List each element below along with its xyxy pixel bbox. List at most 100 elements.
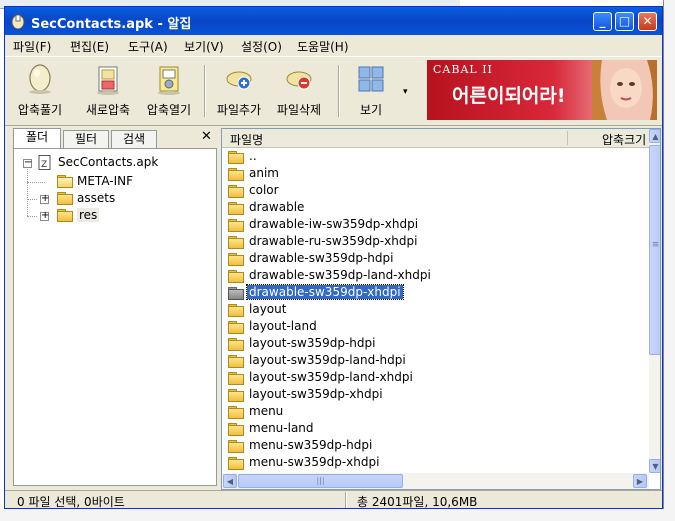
column-header-name[interactable]: 파일명 (230, 131, 263, 148)
file-name: .. (249, 149, 257, 163)
file-row[interactable]: drawable (226, 199, 646, 216)
file-row[interactable]: anim (226, 165, 646, 182)
extract-label: 압축풀기 (17, 103, 63, 117)
collapse-icon[interactable]: − (23, 157, 32, 168)
tree-node-root[interactable]: − Z SecContacts.apk (14, 155, 214, 171)
folder-icon (228, 185, 244, 198)
ad-brand: CABAL II (433, 63, 493, 76)
maximize-button[interactable]: □ (615, 12, 634, 31)
file-row[interactable]: menu-sw359dp-hdpi (226, 437, 646, 454)
file-row[interactable]: layout-sw359dp-land-hdpi (226, 352, 646, 369)
maximize-icon: □ (618, 14, 631, 28)
file-name: drawable-iw-sw359dp-xhdpi (249, 217, 419, 231)
file-name: menu-sw359dp-hdpi (249, 438, 373, 452)
file-row[interactable]: drawable-sw359dp-land-xhdpi (226, 267, 646, 284)
folder-icon (228, 253, 244, 266)
add-files-button[interactable]: 파일추가 (210, 61, 268, 121)
folder-icon (228, 202, 244, 215)
file-row[interactable]: layout-sw359dp-hdpi (226, 335, 646, 352)
file-row[interactable]: .. (226, 148, 646, 165)
scroll-left-button[interactable]: ◀ (223, 474, 237, 488)
menu-view[interactable]: 보기(V) (184, 38, 224, 55)
delete-files-button[interactable]: 파일삭제 (270, 61, 328, 121)
file-row[interactable]: color (226, 182, 646, 199)
new-archive-button[interactable]: 새로압축 (79, 61, 137, 121)
open-archive-button[interactable]: 압축열기 (140, 61, 198, 121)
status-divider (345, 492, 347, 508)
scroll-down-button[interactable]: ▼ (649, 459, 660, 473)
folder-icon (228, 338, 244, 351)
column-header-size[interactable]: 압축크기 (602, 131, 646, 148)
view-label: 보기 (359, 103, 383, 117)
file-row[interactable]: drawable-sw359dp-xhdpi (226, 284, 646, 301)
minimize-button[interactable]: _ (593, 12, 612, 31)
tab-search[interactable]: 검색 (111, 130, 157, 148)
menu-file[interactable]: 파일(F) (13, 38, 51, 55)
window-title: SecContacts.apk - 알집 (31, 17, 192, 32)
folder-icon (228, 304, 244, 317)
svg-text:Z: Z (41, 160, 47, 170)
tab-filter[interactable]: 필터 (63, 130, 109, 148)
folder-icon (228, 355, 244, 368)
file-row[interactable]: drawable-iw-sw359dp-xhdpi (226, 216, 646, 233)
view-dropdown-icon[interactable]: ▾ (403, 87, 408, 97)
folder-icon (57, 209, 73, 222)
tree-node-label: META-INF (77, 174, 134, 188)
expand-icon[interactable]: + (40, 193, 49, 204)
menu-help[interactable]: 도움말(H) (297, 38, 349, 55)
menu-settings[interactable]: 설정(O) (241, 38, 282, 55)
arrow-up-icon: ▲ (652, 132, 659, 141)
file-row[interactable]: drawable-ru-sw359dp-xhdpi (226, 233, 646, 250)
tab-folder[interactable]: 폴더 (13, 128, 61, 148)
folder-icon (228, 440, 244, 453)
column-divider[interactable] (567, 131, 568, 145)
title-bar[interactable]: SecContacts.apk - 알집 _ □ ✕ (5, 7, 662, 35)
arrow-right-icon: ▶ (636, 477, 644, 486)
background-window-bottom (0, 509, 675, 521)
panel-close-icon[interactable]: ✕ (201, 129, 212, 144)
tree-node-meta-inf[interactable]: META-INF (14, 174, 214, 190)
archive-file-icon: Z (38, 155, 51, 170)
folder-tree: − Z SecContacts.apk META-INF + assets + … (13, 148, 217, 486)
tree-node-res[interactable]: + res (14, 208, 214, 224)
file-row[interactable]: menu-sw359dp-xhdpi (226, 454, 646, 471)
menu-tools[interactable]: 도구(A) (128, 38, 168, 55)
background-window-right (663, 0, 675, 521)
file-row[interactable]: layout (226, 301, 646, 318)
file-row[interactable]: layout-sw359dp-land-xhdpi (226, 369, 646, 386)
file-row[interactable]: menu-land (226, 420, 646, 437)
scroll-up-button[interactable]: ▲ (649, 129, 660, 143)
file-row[interactable]: drawable-sw359dp-hdpi (226, 250, 646, 267)
file-name: drawable-sw359dp-xhdpi (246, 284, 404, 300)
ad-banner[interactable]: CABAL II 어른이되어라! (427, 60, 657, 120)
scroll-right-button[interactable]: ▶ (633, 474, 647, 488)
file-list: .. anim color drawable drawable-iw-sw359dp-x… (222, 148, 650, 472)
expand-icon[interactable]: + (40, 210, 49, 221)
view-button[interactable]: 보기 (342, 61, 400, 121)
folder-icon (228, 423, 244, 436)
archive-summary: 총 2401파일, 10,6MB (357, 495, 478, 509)
vertical-scrollbar[interactable]: ▲ ≡ ▼ (649, 129, 660, 473)
folder-icon (228, 321, 244, 334)
minimize-icon: _ (599, 14, 606, 28)
file-row[interactable]: layout-land (226, 318, 646, 335)
extract-button[interactable]: 압축풀기 (11, 61, 69, 121)
toolbar-separator (204, 65, 206, 117)
vertical-scroll-thumb[interactable]: ≡ (649, 145, 660, 355)
folder-icon (228, 389, 244, 402)
grip-icon: ||| (316, 476, 325, 485)
selection-status: 0 파일 선택, 0바이트 (17, 495, 125, 509)
file-name: drawable-sw359dp-hdpi (249, 251, 394, 265)
file-row[interactable]: menu (226, 403, 646, 420)
close-button[interactable]: ✕ (638, 12, 657, 31)
menu-edit[interactable]: 편집(E) (70, 38, 109, 55)
file-name: menu-sw359dp-xhdpi (249, 455, 380, 469)
horizontal-scroll-thumb[interactable]: ||| (238, 474, 403, 488)
tree-node-assets[interactable]: + assets (14, 191, 214, 207)
file-name: menu (249, 404, 284, 418)
add-files-label: 파일추가 (216, 103, 262, 117)
horizontal-scrollbar[interactable]: ◀ ||| ▶ (222, 473, 649, 489)
folder-icon (57, 175, 73, 188)
toolbar: 압축풀기 새로압축 압축열기 파일추가 파일삭제 보기 ▾ CABAL II 어… (5, 56, 662, 126)
file-row[interactable]: layout-sw359dp-xhdpi (226, 386, 646, 403)
